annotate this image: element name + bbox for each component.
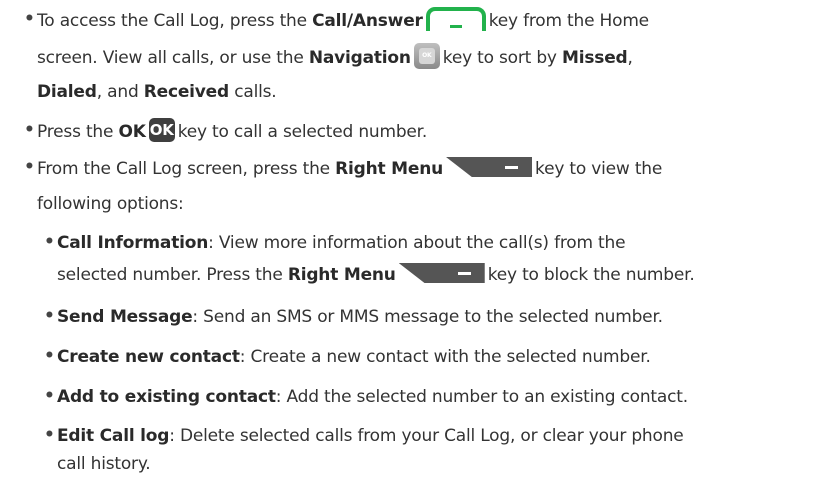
send-message-term: Send Message <box>57 307 193 327</box>
right-menu-line-2: following options: <box>37 193 184 215</box>
text: key to view the <box>535 159 663 179</box>
text: : Add the selected number to an existing… <box>275 387 688 407</box>
navigation-key-icon: OK <box>413 43 440 69</box>
navigation-key-label: OK <box>418 48 435 64</box>
text: : View more information about the call(s… <box>208 233 626 253</box>
call-information-line-2: selected number. Press the Right Menu key… <box>57 263 695 285</box>
add-existing-term: Add to existing contact <box>57 387 276 407</box>
create-contact-line: Create new contact: Create a new contact… <box>57 346 651 368</box>
right-menu-key-icon <box>399 261 485 285</box>
navigation-term: Navigation <box>308 48 411 68</box>
received-term: Received <box>143 82 229 102</box>
call-answer-term: Call/Answer <box>312 11 423 31</box>
bullet: • <box>44 346 55 366</box>
create-contact-term: Create new contact <box>57 347 240 367</box>
text: : Send an SMS or MMS message to the sele… <box>192 307 663 327</box>
send-message-line: Send Message: Send an SMS or MMS message… <box>57 306 663 328</box>
edit-call-log-line-1: Edit Call log: Delete selected calls fro… <box>57 425 684 447</box>
text: call history. <box>57 454 151 474</box>
text: key to sort by <box>442 48 563 68</box>
bullet: • <box>24 9 35 29</box>
bullet: • <box>44 386 55 406</box>
bullet: • <box>44 306 55 326</box>
bullet: • <box>24 120 35 140</box>
text: : Delete selected calls from your Call L… <box>169 426 684 446</box>
text: calls. <box>229 82 277 102</box>
text: , <box>627 48 633 68</box>
right-menu-term: Right Menu <box>287 265 396 285</box>
edit-call-log-term: Edit Call log <box>57 426 170 446</box>
missed-term: Missed <box>562 48 628 68</box>
text: screen. View all calls, or use the <box>37 48 309 68</box>
text: To access the Call Log, press the <box>37 11 313 31</box>
right-menu-term: Right Menu <box>335 159 444 179</box>
call-log-line-1: To access the Call Log, press the Call/A… <box>37 7 649 31</box>
instructions-page: • To access the Call Log, press the Call… <box>0 0 822 481</box>
call-answer-key-icon <box>425 7 486 31</box>
right-menu-key-icon <box>446 155 532 179</box>
ok-term: OK <box>118 122 146 142</box>
text: : Create a new contact with the selected… <box>239 347 651 367</box>
call-log-line-3: Dialed, and Received calls. <box>37 81 277 103</box>
call-information-line-1: Call Information: View more information … <box>57 232 626 254</box>
text: From the Call Log screen, press the <box>37 159 336 179</box>
dialed-term: Dialed <box>37 82 97 102</box>
text: key from the Home <box>488 11 649 31</box>
bullet: • <box>44 232 55 252</box>
edit-call-log-line-2: call history. <box>57 453 151 475</box>
ok-line: Press the OK OK key to call a selected num… <box>37 118 428 142</box>
add-existing-line: Add to existing contact: Add the selecte… <box>57 386 688 408</box>
bullet: • <box>24 157 35 177</box>
text: , and <box>96 82 144 102</box>
right-menu-line-1: From the Call Log screen, press the Righ… <box>37 157 662 179</box>
text: Press the <box>37 122 119 142</box>
text: following options: <box>37 194 184 214</box>
text: selected number. Press the <box>57 265 288 285</box>
ok-key-icon: OK <box>148 118 175 142</box>
bullet: • <box>44 425 55 445</box>
text: key to call a selected number. <box>177 122 428 142</box>
text: key to block the number. <box>487 265 695 285</box>
call-information-term: Call Information <box>57 233 209 253</box>
call-log-line-2: screen. View all calls, or use the Navig… <box>37 43 633 69</box>
